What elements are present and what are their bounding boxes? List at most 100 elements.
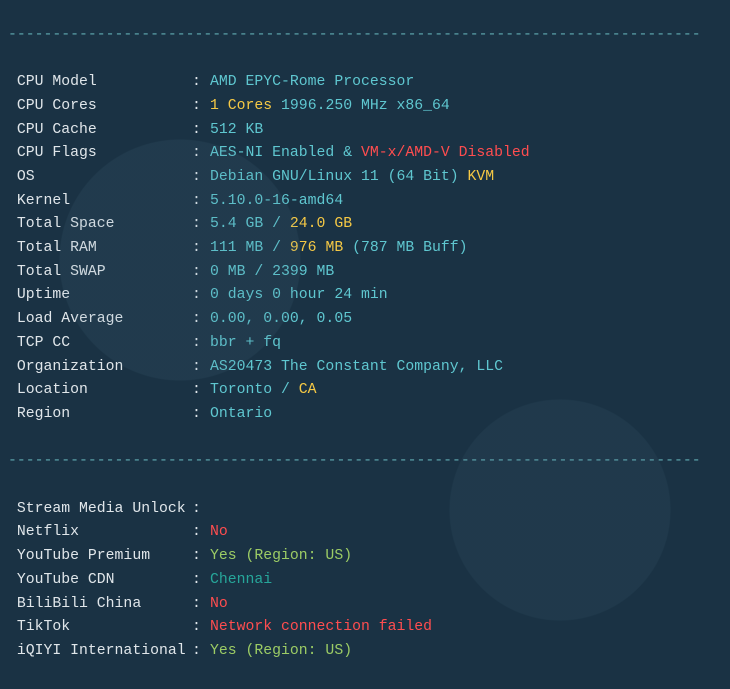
output-row: TCP CC: bbr + fq: [8, 332, 722, 356]
output-row: OS: Debian GNU/Linux 11 (64 Bit) KVM: [8, 166, 722, 190]
output-row: Total Space: 5.4 GB / 24.0 GB: [8, 213, 722, 237]
output-row: Location: Toronto / CA: [8, 379, 722, 403]
colon: :: [192, 71, 210, 95]
row-label: Total SWAP: [8, 261, 192, 285]
row-label: Kernel: [8, 190, 192, 214]
section-stream: Stream Media Unlock: Netflix: No YouTube…: [8, 498, 722, 664]
row-label: Total RAM: [8, 237, 192, 261]
row-label: Load Average: [8, 308, 192, 332]
colon: :: [192, 119, 210, 143]
colon: :: [192, 356, 210, 380]
row-value: 111 MB / 976 MB (787 MB Buff): [210, 240, 468, 256]
output-row: Netflix: No: [8, 521, 722, 545]
divider-2: ----------------------------------------…: [8, 450, 722, 474]
output-row: BiliBili China: No: [8, 593, 722, 617]
row-value: 1 Cores 1996.250 MHz x86_64: [210, 98, 450, 114]
row-label: iQIYI International: [8, 640, 192, 664]
value-fragment: VM-x/AMD-V Disabled: [361, 145, 530, 161]
output-row: Stream Media Unlock:: [8, 498, 722, 522]
output-row: YouTube Premium: Yes (Region: US): [8, 545, 722, 569]
colon: :: [192, 332, 210, 356]
value-fragment: Yes (Region: US): [210, 548, 352, 564]
row-label: CPU Flags: [8, 142, 192, 166]
row-label: Stream Media Unlock: [8, 498, 192, 522]
output-row: Uptime: 0 days 0 hour 24 min: [8, 284, 722, 308]
colon: :: [192, 640, 210, 664]
row-value: 0 MB / 2399 MB: [210, 264, 334, 280]
colon: :: [192, 166, 210, 190]
divider-1: ----------------------------------------…: [8, 24, 722, 48]
row-label: Total Space: [8, 213, 192, 237]
output-row: CPU Cores: 1 Cores 1996.250 MHz x86_64: [8, 95, 722, 119]
output-row: Total SWAP: 0 MB / 2399 MB: [8, 261, 722, 285]
value-fragment: No: [210, 596, 228, 612]
row-value: 5.4 GB / 24.0 GB: [210, 216, 352, 232]
row-value: Yes (Region: US): [210, 548, 352, 564]
row-value: No: [210, 524, 228, 540]
colon: :: [192, 284, 210, 308]
output-row: CPU Cache: 512 KB: [8, 119, 722, 143]
row-value: bbr + fq: [210, 335, 281, 351]
row-label: YouTube CDN: [8, 569, 192, 593]
colon: :: [192, 498, 210, 522]
row-label: Organization: [8, 356, 192, 380]
value-fragment: 5.10.0-16-amd64: [210, 193, 343, 209]
value-fragment: Network connection failed: [210, 619, 432, 635]
row-label: TCP CC: [8, 332, 192, 356]
row-value: AMD EPYC-Rome Processor: [210, 74, 414, 90]
output-row: Total RAM: 111 MB / 976 MB (787 MB Buff): [8, 237, 722, 261]
row-label: Location: [8, 379, 192, 403]
colon: :: [192, 616, 210, 640]
row-label: CPU Model: [8, 71, 192, 95]
row-value: Network connection failed: [210, 619, 432, 635]
value-fragment: KVM: [459, 169, 495, 185]
row-label: Netflix: [8, 521, 192, 545]
colon: :: [192, 308, 210, 332]
value-fragment: 512 KB: [210, 122, 263, 138]
row-label: CPU Cache: [8, 119, 192, 143]
colon: :: [192, 95, 210, 119]
colon: :: [192, 593, 210, 617]
terminal-output: ----------------------------------------…: [0, 0, 730, 689]
output-row: Load Average: 0.00, 0.00, 0.05: [8, 308, 722, 332]
value-fragment: 111 MB /: [210, 240, 290, 256]
value-fragment: Yes (Region: US): [210, 643, 352, 659]
value-fragment: AMD EPYC-Rome Processor: [210, 74, 414, 90]
colon: :: [192, 569, 210, 593]
value-fragment: 24.0 GB: [290, 216, 352, 232]
row-value: 512 KB: [210, 122, 263, 138]
value-fragment: Debian GNU/Linux 11 (64 Bit): [210, 169, 459, 185]
value-fragment: 5.4 GB /: [210, 216, 290, 232]
value-fragment: Ontario: [210, 406, 272, 422]
value-fragment: 1 Cores: [210, 98, 272, 114]
colon: :: [192, 190, 210, 214]
row-label: Region: [8, 403, 192, 427]
value-fragment: Toronto /: [210, 382, 299, 398]
row-label: Uptime: [8, 284, 192, 308]
output-row: iQIYI International: Yes (Region: US): [8, 640, 722, 664]
output-row: Organization: AS20473 The Constant Compa…: [8, 356, 722, 380]
output-row: CPU Flags: AES-NI Enabled & VM-x/AMD-V D…: [8, 142, 722, 166]
row-value: AES-NI Enabled & VM-x/AMD-V Disabled: [210, 145, 530, 161]
value-fragment: 0.00, 0.00, 0.05: [210, 311, 352, 327]
output-row: CPU Model: AMD EPYC-Rome Processor: [8, 71, 722, 95]
row-label: BiliBili China: [8, 593, 192, 617]
row-value: Toronto / CA: [210, 382, 317, 398]
row-value: AS20473 The Constant Company, LLC: [210, 359, 503, 375]
colon: :: [192, 142, 210, 166]
output-row: Region: Ontario: [8, 403, 722, 427]
colon: :: [192, 261, 210, 285]
value-fragment: 976 MB: [290, 240, 343, 256]
value-fragment: Chennai: [210, 572, 272, 588]
value-fragment: 1996.250 MHz x86_64: [272, 98, 450, 114]
colon: :: [192, 545, 210, 569]
row-value: 0 days 0 hour 24 min: [210, 287, 388, 303]
row-label: CPU Cores: [8, 95, 192, 119]
colon: :: [192, 213, 210, 237]
colon: :: [192, 521, 210, 545]
row-value: Debian GNU/Linux 11 (64 Bit) KVM: [210, 169, 494, 185]
row-label: TikTok: [8, 616, 192, 640]
output-row: TikTok: Network connection failed: [8, 616, 722, 640]
colon: :: [192, 237, 210, 261]
row-value: 5.10.0-16-amd64: [210, 193, 343, 209]
